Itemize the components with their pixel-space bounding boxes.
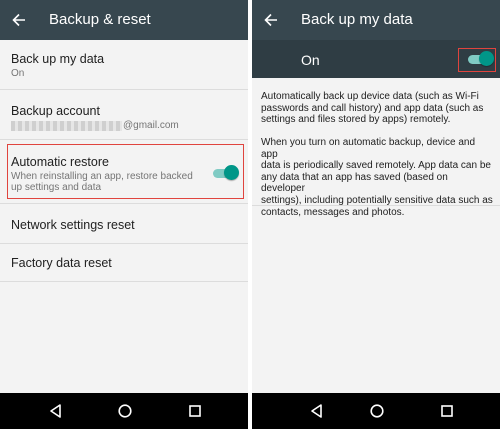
master-switch-bar[interactable]: On — [252, 40, 500, 78]
square-recents-icon[interactable] — [438, 402, 456, 420]
divider — [0, 203, 248, 204]
divider — [0, 281, 248, 282]
right-screen: Back up my data On Automatically back up… — [252, 0, 500, 429]
left-screen: Backup & reset Back up my data On Backup… — [0, 0, 248, 429]
app-bar: Back up my data — [252, 0, 500, 40]
divider — [0, 139, 248, 140]
setting-title: Network settings reset — [11, 218, 135, 232]
description-paragraph-1: Automatically back up device data (such … — [261, 91, 493, 126]
settings-list: Back up my data On Backup account @gmail… — [0, 40, 248, 393]
setting-item-back-up-my-data[interactable]: Back up my data On — [0, 40, 248, 82]
text-line: any data that an app has saved (based on… — [261, 171, 448, 195]
redacted-email — [11, 121, 122, 131]
divider — [0, 243, 248, 244]
text-line: Automatically back up device data (such … — [261, 91, 479, 102]
setting-item-factory-data-reset[interactable]: Factory data reset — [0, 246, 248, 282]
setting-item-backup-account[interactable]: Backup account @gmail.com — [0, 92, 248, 134]
text-line: When you turn on automatic backup, devic… — [261, 137, 476, 160]
setting-title: Back up my data — [11, 52, 105, 66]
setting-item-network-settings-reset[interactable]: Network settings reset — [0, 206, 248, 242]
triangle-back-icon[interactable] — [47, 402, 65, 420]
navigation-bar — [252, 393, 500, 429]
divider — [252, 205, 500, 206]
switch-label: On — [301, 52, 320, 68]
setting-subtitle: On — [11, 68, 25, 79]
text-line: data is periodically saved remotely. App… — [261, 160, 491, 172]
navigation-bar — [0, 393, 248, 429]
page-title: Backup & reset — [49, 11, 151, 28]
triangle-back-icon[interactable] — [308, 402, 326, 420]
text-line: passwords and call history) and app data… — [261, 102, 484, 114]
text-line: contacts, messages and photos. — [261, 206, 405, 218]
divider — [0, 89, 248, 90]
setting-title: Factory data reset — [11, 256, 112, 270]
back-arrow-icon[interactable] — [8, 9, 30, 31]
app-bar: Backup & reset — [0, 0, 248, 40]
circle-home-icon[interactable] — [116, 402, 134, 420]
circle-home-icon[interactable] — [368, 402, 386, 420]
highlight-box — [458, 48, 496, 72]
back-arrow-icon[interactable] — [260, 9, 282, 31]
highlight-box — [7, 144, 244, 199]
setting-subtitle: @gmail.com — [123, 120, 179, 131]
setting-title: Backup account — [11, 104, 100, 118]
square-recents-icon[interactable] — [186, 402, 204, 420]
page-title: Back up my data — [301, 11, 413, 28]
text-line: settings and files stored by apps) remot… — [261, 114, 451, 126]
